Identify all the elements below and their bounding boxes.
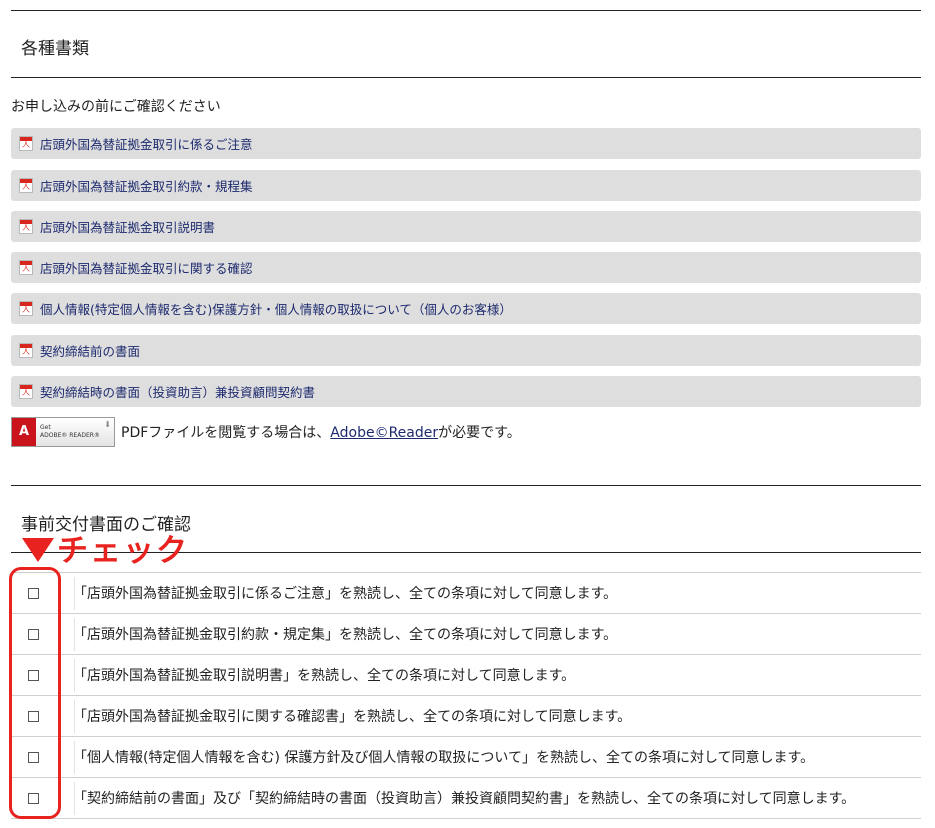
adobe-note-after: が必要です。 — [438, 424, 521, 441]
pdf-icon — [19, 219, 33, 234]
doc-item-contract[interactable]: 契約締結時の書面（投資助言）兼投資顧問契約書 — [11, 376, 921, 407]
doc-link-label[interactable]: 契約締結前の書面 — [40, 341, 140, 360]
pdf-icon — [19, 301, 33, 316]
documents-title-rule — [11, 77, 921, 78]
documents-section-title: 各種書類 — [21, 39, 89, 59]
agreement-row: 「店頭外国為替証拠金取引説明書」を熟読し、全ての条項に対して同意します。 — [11, 654, 921, 695]
doc-item-fx-confirmation[interactable]: 店頭外国為替証拠金取引に関する確認 — [11, 252, 921, 283]
agreement-row: 「契約締結前の書面」及び「契約締結時の書面（投資助言）兼投資顧問契約書」を熟読し… — [11, 777, 921, 818]
adobe-logo-icon: A — [12, 417, 36, 446]
agreement-row: 「個人情報(特定個人情報を含む) 保護方針及び個人情報の取扱について」を熟読し、… — [11, 736, 921, 777]
doc-link-label[interactable]: 店頭外国為替証拠金取引約款・規程集 — [40, 176, 253, 195]
documents-intro-text: お申し込みの前にご確認ください — [11, 99, 221, 115]
adobe-note: PDFファイルを閲覧する場合は、Adobe©Readerが必要です。 — [121, 422, 521, 442]
adobe-reader-row: A Get ADOBE® READER® ⬇ PDFファイルを閲覧する場合は、A… — [11, 416, 521, 447]
agreement-text: 「店頭外国為替証拠金取引説明書」を熟読し、全ての条項に対して同意します。 — [73, 668, 576, 684]
adobe-badge-text: Get ADOBE® READER® — [40, 424, 100, 440]
doc-link-label[interactable]: 契約締結時の書面（投資助言）兼投資顧問契約書 — [40, 382, 315, 401]
agreement-text: 「契約締結前の書面」及び「契約締結時の書面（投資助言）兼投資顧問契約書」を熟読し… — [73, 791, 856, 807]
pdf-icon — [19, 136, 33, 151]
doc-link-label[interactable]: 個人情報(特定個人情報を含む)保護方針・個人情報の取扱について（個人のお客様） — [40, 299, 512, 318]
doc-link-label[interactable]: 店頭外国為替証拠金取引説明書 — [40, 217, 215, 236]
agreement-text: 「店頭外国為替証拠金取引に係るご注意」を熟読し、全ての条項に対して同意します。 — [73, 586, 618, 602]
agreement-row: 「店頭外国為替証拠金取引に関する確認書」を熟読し、全ての条項に対して同意します。 — [11, 695, 921, 736]
doc-link-label[interactable]: 店頭外国為替証拠金取引に関する確認 — [40, 258, 253, 277]
adobe-badge-line1: Get — [40, 423, 51, 431]
doc-item-fx-terms[interactable]: 店頭外国為替証拠金取引約款・規程集 — [11, 170, 921, 201]
agreement-text: 「個人情報(特定個人情報を含む) 保護方針及び個人情報の取扱について」を熟読し、… — [73, 750, 815, 766]
agreement-bottom-rule — [11, 818, 921, 819]
agreement-text: 「店頭外国為替証拠金取引に関する確認書」を熟読し、全ての条項に対して同意します。 — [73, 709, 632, 725]
adobe-badge-line2: ADOBE® READER® — [40, 431, 100, 439]
get-adobe-reader-button[interactable]: A Get ADOBE® READER® ⬇ — [11, 416, 115, 447]
top-rule — [11, 10, 921, 11]
pdf-icon — [19, 260, 33, 275]
agreement-section-rule — [11, 485, 921, 486]
adobe-reader-link[interactable]: Adobe©Reader — [330, 425, 438, 441]
doc-item-fx-explanation[interactable]: 店頭外国為替証拠金取引説明書 — [11, 211, 921, 242]
adobe-note-before: PDFファイルを閲覧する場合は、 — [121, 424, 331, 441]
doc-link-label[interactable]: 店頭外国為替証拠金取引に係るご注意 — [40, 134, 253, 153]
pdf-icon — [19, 384, 33, 399]
doc-item-privacy-policy[interactable]: 個人情報(特定個人情報を含む)保護方針・個人情報の取扱について（個人のお客様） — [11, 293, 921, 324]
agreement-row: 「店頭外国為替証拠金取引約款・規定集」を熟読し、全ての条項に対して同意します。 — [11, 613, 921, 654]
down-triangle-icon — [22, 538, 54, 562]
doc-item-fx-caution[interactable]: 店頭外国為替証拠金取引に係るご注意 — [11, 128, 921, 159]
checkbox-highlight-annotation — [9, 567, 61, 819]
doc-item-pre-contract[interactable]: 契約締結前の書面 — [11, 335, 921, 366]
agreement-row: 「店頭外国為替証拠金取引に係るご注意」を熟読し、全ての条項に対して同意します。 — [11, 572, 921, 613]
download-arrow-icon: ⬇ — [104, 419, 111, 429]
check-annotation-label: チェック — [57, 533, 189, 569]
agreement-text: 「店頭外国為替証拠金取引約款・規定集」を熟読し、全ての条項に対して同意します。 — [73, 627, 618, 643]
pdf-icon — [19, 178, 33, 193]
pdf-icon — [19, 343, 33, 358]
